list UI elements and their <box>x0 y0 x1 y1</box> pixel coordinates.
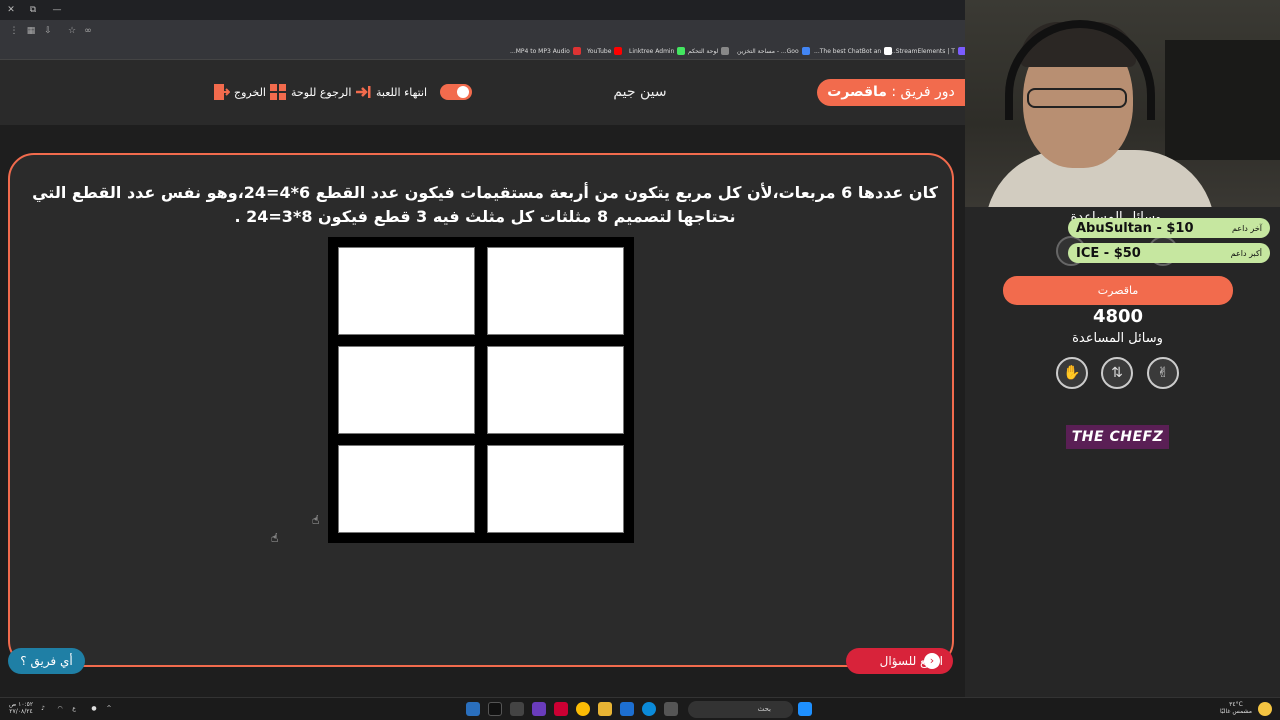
team-turn-name: ماقصرت <box>827 84 887 100</box>
last-donor-label: آخر داعم <box>1231 223 1262 233</box>
app-icon[interactable] <box>510 702 524 716</box>
end-game-button[interactable]: انتهاء اللعبة <box>354 84 427 100</box>
answer-text: كان عددها 6 مربعات،لأن كل مربع يتكون من … <box>32 183 938 226</box>
figure-square <box>487 247 624 335</box>
clock-time: ١٠:٥٢ ص <box>8 701 34 708</box>
google-drive-icon <box>801 47 810 55</box>
swap-icon[interactable]: ⇅ <box>1101 357 1133 389</box>
exit-button[interactable]: الخروج <box>212 84 266 100</box>
clock: ١٠:٥٢ ص ٢٧/٠٨/٢٤ <box>6 701 36 715</box>
minimize-icon[interactable]: — <box>50 3 64 17</box>
figure-square <box>487 346 624 434</box>
restore-icon[interactable]: ⧉ <box>26 3 40 17</box>
clock-date: ٢٧/٠٨/٢٤ <box>9 708 33 715</box>
webcam-feed <box>965 0 1280 207</box>
back-to-question-button[interactable]: ارجع للسؤال ‹ <box>846 648 953 674</box>
team-score: 4800 <box>1092 306 1144 327</box>
screen: ✕ ⧉ — ⋮ ▦ ⇩ ☆ ∞ MP4 to MP3 Audio... YouT… <box>0 0 1280 720</box>
top-donor-label: أكبر داعم <box>1230 248 1262 258</box>
game-title: سين جيم <box>613 84 667 100</box>
windows-start-icon[interactable] <box>798 702 812 716</box>
download-icon[interactable]: ⇩ <box>42 25 54 37</box>
team-name-pill: ماقصرت <box>1003 276 1233 305</box>
figure-square <box>487 445 624 533</box>
webcam-background <box>1165 40 1280 160</box>
bookmark-item[interactable]: Goo... - مساحة التخزين <box>737 45 810 57</box>
sun-icon <box>1258 702 1272 716</box>
task-view-icon[interactable] <box>664 702 678 716</box>
headset-icon <box>1005 20 1155 120</box>
store-icon[interactable] <box>620 702 634 716</box>
squares-figure <box>328 237 634 543</box>
browser-titlebar: ✕ ⧉ — <box>0 0 965 20</box>
taskbar-search-input[interactable]: بحث <box>688 701 793 718</box>
menu-icon[interactable]: ⋮ <box>8 25 20 37</box>
weather-temp: ٣٤°C <box>1229 701 1243 708</box>
chevron-left-icon: ‹ <box>924 653 940 669</box>
app-icon[interactable] <box>554 702 568 716</box>
edge-icon[interactable] <box>642 702 656 716</box>
end-game-toggle[interactable] <box>440 84 472 100</box>
chevron-up-icon[interactable]: ^ <box>105 705 113 712</box>
figure-square <box>338 445 475 533</box>
tiktok-icon[interactable] <box>488 702 502 716</box>
door-icon <box>214 84 230 100</box>
top-donor-badge: أكبر داعم ICE - $50 <box>1068 243 1270 263</box>
volume-icon[interactable]: ♪ <box>38 705 48 712</box>
figure-square <box>338 346 475 434</box>
last-donor-value: AbuSultan - $10 <box>1076 220 1194 236</box>
team-turn-prefix: دور فريق : <box>891 84 955 100</box>
back-to-board-label: الرجوع للوحة <box>291 85 352 99</box>
team-turn-badge: دور فريق : ماقصرت <box>817 79 965 106</box>
star-icon[interactable]: ☆ <box>66 25 78 37</box>
bookmarks-bar: MP4 to MP3 Audio... YouTube Linktree Adm… <box>0 42 966 60</box>
back-to-board-button[interactable]: الرجوع للوحة <box>269 84 351 100</box>
bookmark-item[interactable]: MP4 to MP3 Audio... <box>510 45 581 57</box>
address-bar: ⋮ ▦ ⇩ ☆ ∞ <box>0 20 965 42</box>
file-explorer-icon[interactable] <box>598 702 612 716</box>
linktree-icon <box>677 47 686 55</box>
wifi-icon[interactable]: ◠ <box>55 705 65 712</box>
bookmark-item[interactable]: YouTube <box>587 45 623 57</box>
top-donor-value: ICE - $50 <box>1076 245 1141 261</box>
weather-widget[interactable]: ٣٤°C مشمس غالبًا <box>1216 701 1256 715</box>
two-fingers-icon[interactable]: ✌ <box>1147 357 1179 389</box>
chrome-icon[interactable] <box>576 702 590 716</box>
which-team-button[interactable]: أي فريق ؟ <box>8 648 85 674</box>
bookmark-favicon-icon <box>572 47 581 55</box>
sponsor-logo: THE CHEFZ <box>1066 425 1169 449</box>
weather-text: مشمس غالبًا <box>1219 708 1253 715</box>
language-indicator[interactable]: ع <box>70 705 78 712</box>
bookmark-item[interactable]: لوحة التحكم <box>688 45 730 57</box>
pointer-cursor-icon: ☝ <box>271 531 279 545</box>
figure-square <box>338 247 475 335</box>
hand-icon[interactable]: ✋ <box>1056 357 1088 389</box>
bookmark-item[interactable]: StreamElements | T... <box>890 45 966 57</box>
exit-arrow-icon <box>356 86 371 98</box>
extensions-icon[interactable]: ▦ <box>25 25 37 37</box>
obs-icon[interactable] <box>532 702 546 716</box>
helpers-label: وسائل المساعدة <box>1072 331 1163 346</box>
toggle-knob <box>457 86 469 98</box>
steam-icon[interactable] <box>466 702 480 716</box>
game-header: دور فريق : ماقصرت سين جيم انتهاء اللعبة … <box>0 60 965 125</box>
bookmark-item[interactable]: The best ChatBot an... <box>814 45 893 57</box>
mic-icon[interactable]: ● <box>90 705 98 712</box>
answer-card: كان عددها 6 مربعات،لأن كل مربع يتكون من … <box>8 153 954 667</box>
grid-icon <box>270 84 286 100</box>
exit-label: الخروج <box>234 85 266 99</box>
close-icon[interactable]: ✕ <box>4 3 18 17</box>
link-icon[interactable]: ∞ <box>82 25 94 37</box>
youtube-icon <box>614 47 623 55</box>
taskbar: ١٠:٥٢ ص ٢٧/٠٨/٢٤ ♪ ◠ ع ● ^ بحث ٣٤°C مشمس… <box>0 697 1280 720</box>
bookmark-favicon-icon <box>721 47 730 55</box>
pointer-cursor-icon: ☝ <box>312 513 320 527</box>
last-donor-badge: آخر داعم AbuSultan - $10 <box>1068 218 1270 238</box>
bookmark-item[interactable]: Linktree Admin <box>629 45 686 57</box>
end-game-label: انتهاء اللعبة <box>376 85 428 99</box>
